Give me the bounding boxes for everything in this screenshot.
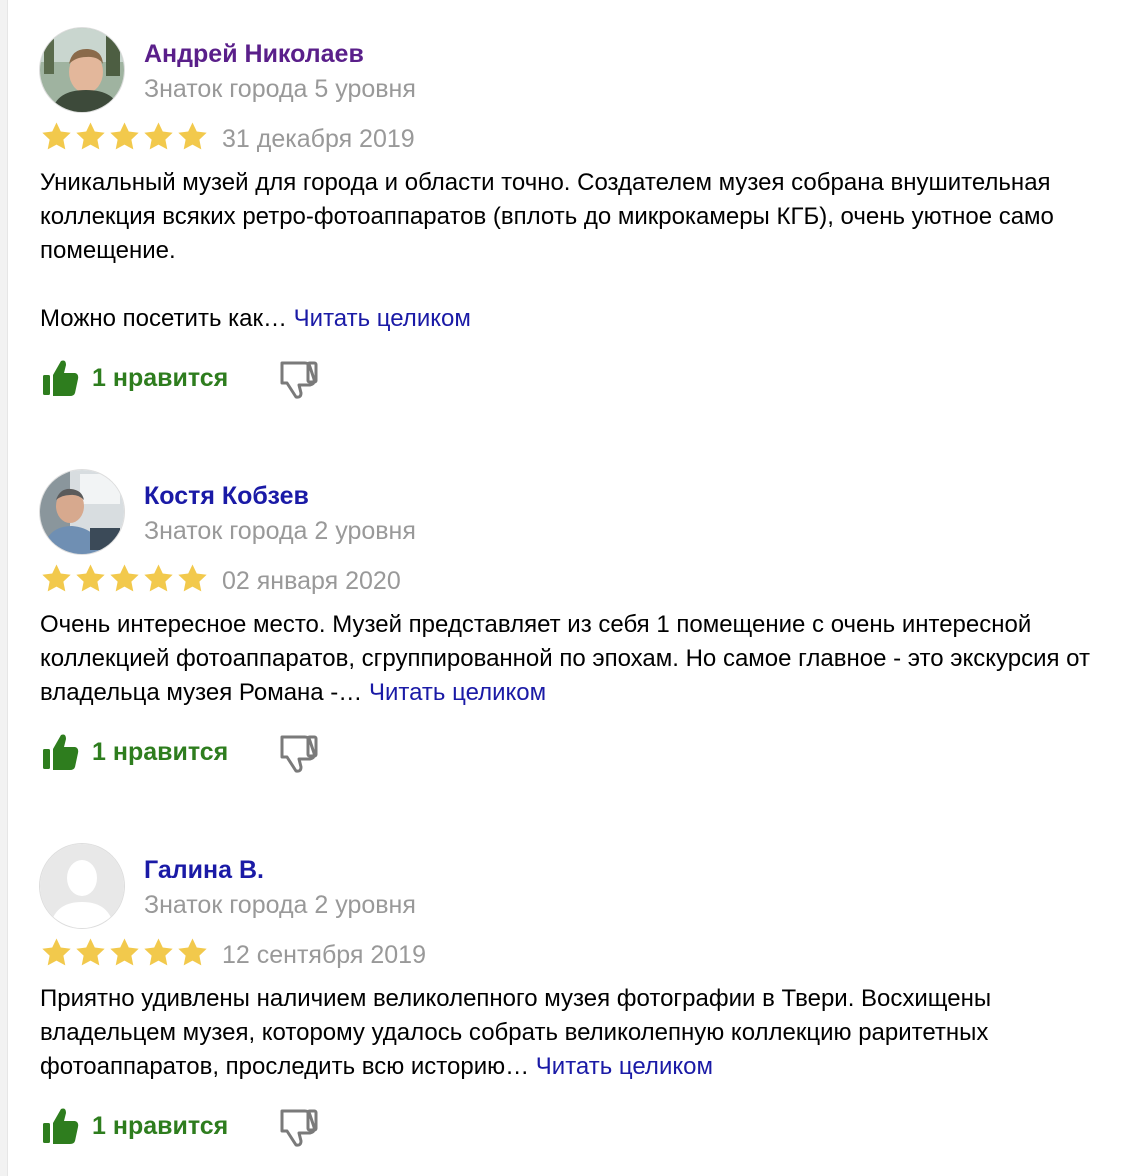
review-text: Очень интересное место. Музей представля…: [40, 608, 1115, 710]
review-date: 12 сентября 2019: [222, 941, 426, 969]
thumbs-down-icon: [280, 1109, 318, 1147]
default-avatar-icon: [40, 844, 124, 928]
thumbs-up-icon: [43, 1108, 79, 1144]
thumbs-down-icon: [280, 735, 318, 773]
star-icon: [142, 120, 175, 153]
star-icon: [176, 936, 209, 969]
review-paragraph: Можно посетить как… Читать целиком: [40, 302, 1115, 336]
review-date: 02 января 2020: [222, 567, 401, 595]
review-paragraph: Приятно удивлены наличием великолепного …: [40, 982, 1115, 1084]
star-rating: [40, 120, 209, 153]
star-icon: [176, 120, 209, 153]
review-paragraph-text: Очень интересное место. Музей представля…: [40, 611, 1090, 706]
thumbs-down-icon: [280, 361, 318, 399]
star-icon: [108, 562, 141, 595]
author-avatar[interactable]: [40, 28, 124, 112]
star-icon: [40, 120, 73, 153]
author-level: Знаток города 5 уровня: [144, 75, 416, 103]
read-more-link[interactable]: Читать целиком: [294, 305, 471, 332]
star-icon: [142, 936, 175, 969]
star-icon: [108, 936, 141, 969]
photo-avatar-icon: [40, 470, 124, 554]
rating-row: 31 декабря 2019: [40, 120, 1130, 160]
page-left-border: [0, 0, 8, 1176]
like-count: 1 нравится: [92, 363, 229, 392]
like-button[interactable]: 1 нравится: [42, 732, 228, 772]
star-icon: [40, 936, 73, 969]
like-count: 1 нравится: [92, 1111, 229, 1140]
review-card: Костя Кобзев Знаток города 2 уровня 02 я…: [40, 470, 1130, 788]
review-actions: 1 нравится: [40, 358, 1130, 414]
dislike-button[interactable]: [278, 1106, 320, 1148]
thumbs-up-icon: [43, 360, 79, 396]
review-header: Костя Кобзев Знаток города 2 уровня: [40, 470, 1130, 562]
review-card: Андрей Николаев Знаток города 5 уровня 3…: [40, 28, 1130, 414]
author-name[interactable]: Галина В.: [144, 854, 264, 886]
rating-row: 02 января 2020: [40, 562, 1130, 602]
author-name[interactable]: Костя Кобзев: [144, 480, 309, 512]
star-rating: [40, 936, 209, 969]
review-header: Андрей Николаев Знаток города 5 уровня: [40, 28, 1130, 120]
read-more-link[interactable]: Читать целиком: [536, 1053, 713, 1080]
like-button[interactable]: 1 нравится: [42, 358, 228, 398]
star-icon: [74, 936, 107, 969]
author-avatar[interactable]: [40, 470, 124, 554]
star-icon: [142, 562, 175, 595]
thumbs-up-icon: [43, 734, 79, 770]
star-icon: [108, 120, 141, 153]
review-paragraph: Уникальный музей для города и области то…: [40, 169, 1054, 264]
review-text: Приятно удивлены наличием великолепного …: [40, 982, 1115, 1084]
author-level: Знаток города 2 уровня: [144, 517, 416, 545]
photo-avatar-icon: [40, 28, 124, 112]
read-more-link[interactable]: Читать целиком: [369, 679, 546, 706]
author-avatar[interactable]: [40, 844, 124, 928]
star-rating: [40, 562, 209, 595]
reviews-page: Андрей Николаев Знаток города 5 уровня 3…: [0, 0, 1144, 1176]
dislike-button[interactable]: [278, 358, 320, 400]
review-paragraph-text: Можно посетить как…: [40, 305, 287, 332]
review-card: Галина В. Знаток города 2 уровня 12 сент…: [40, 844, 1130, 1162]
review-paragraph: Очень интересное место. Музей представля…: [40, 608, 1115, 710]
like-button[interactable]: 1 нравится: [42, 1106, 228, 1146]
star-icon: [74, 120, 107, 153]
review-header: Галина В. Знаток города 2 уровня: [40, 844, 1130, 936]
star-icon: [40, 562, 73, 595]
star-icon: [74, 562, 107, 595]
review-actions: 1 нравится: [40, 1106, 1130, 1162]
review-paragraph-text: Приятно удивлены наличием великолепного …: [40, 985, 992, 1080]
like-count: 1 нравится: [92, 737, 229, 766]
review-actions: 1 нравится: [40, 732, 1130, 788]
dislike-button[interactable]: [278, 732, 320, 774]
review-date: 31 декабря 2019: [222, 125, 415, 153]
rating-row: 12 сентября 2019: [40, 936, 1130, 976]
star-icon: [176, 562, 209, 595]
author-level: Знаток города 2 уровня: [144, 891, 416, 919]
author-name[interactable]: Андрей Николаев: [144, 38, 364, 70]
review-text: Уникальный музей для города и области то…: [40, 166, 1115, 336]
